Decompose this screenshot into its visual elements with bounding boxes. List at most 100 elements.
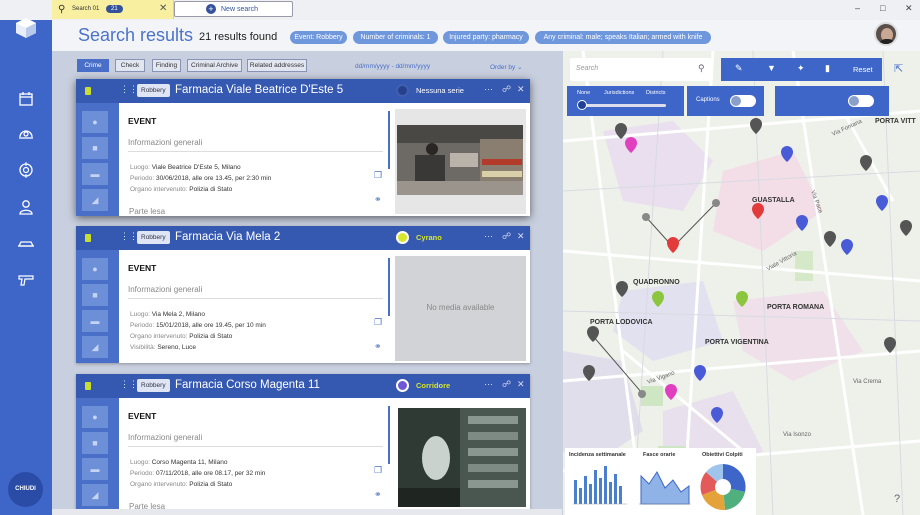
target-icon[interactable] bbox=[17, 161, 35, 179]
close-tab-icon[interactable]: ✕ bbox=[159, 3, 167, 14]
result-card[interactable]: ⋮⋮ Robbery Farmacia Via Mela 2 Cyrano ⋯ … bbox=[76, 226, 530, 363]
weapon-icon[interactable]: ◢ bbox=[82, 336, 108, 358]
card-sidebar: ● ■ ▬ ◢ bbox=[76, 103, 119, 216]
search-tab[interactable]: ⚲ Search 01 21 ✕ bbox=[52, 0, 174, 19]
drag-handle-icon[interactable]: ⋮⋮ bbox=[120, 231, 138, 242]
drag-handle-icon[interactable]: ⋮⋮ bbox=[120, 84, 138, 95]
view-tab-criminal-archive[interactable]: Criminal Archive bbox=[187, 59, 242, 72]
copy-icon[interactable]: ❐ bbox=[374, 465, 384, 477]
help-icon[interactable]: ? bbox=[894, 493, 900, 505]
link-icon[interactable]: ⚭ bbox=[374, 194, 384, 206]
layer-toggle[interactable] bbox=[848, 95, 874, 107]
person-icon[interactable]: ● bbox=[82, 111, 108, 133]
series-label: Nessuna serie bbox=[416, 86, 464, 95]
clothing-icon[interactable]: ■ bbox=[82, 432, 108, 454]
layer-slider-panel: None Jurisdictions Districts bbox=[567, 86, 684, 116]
date-range-filter[interactable]: dd/mm/yyyy - dd/mm/yyyy bbox=[355, 63, 430, 70]
copy-icon[interactable]: ❐ bbox=[374, 170, 384, 182]
vehicle-icon[interactable]: ▬ bbox=[82, 458, 108, 480]
field-visibilita: Visibilità: Sereno, Luce bbox=[130, 344, 197, 351]
card-header: ⋮⋮ Robbery Farmacia Viale Beatrice D'Est… bbox=[76, 79, 530, 103]
view-tab-check[interactable]: Check bbox=[115, 59, 145, 72]
person-icon[interactable] bbox=[17, 198, 35, 216]
view-tab-finding[interactable]: Finding bbox=[152, 59, 181, 72]
marker-icon[interactable]: ▮ bbox=[825, 63, 830, 74]
cctv-photo[interactable] bbox=[395, 109, 526, 214]
series-label: Corridore bbox=[416, 381, 451, 390]
card-title: Farmacia Via Mela 2 bbox=[175, 231, 281, 243]
view-tab-related-addresses[interactable]: Related addresses bbox=[247, 59, 307, 72]
card-scrollbar[interactable] bbox=[388, 406, 390, 464]
captions-label: Captions bbox=[696, 97, 720, 103]
gun-icon[interactable] bbox=[17, 271, 35, 289]
statistics-panel: Incidenza settimanale Fasce orarie Obiet… bbox=[565, 448, 756, 515]
layer-slider-track[interactable] bbox=[582, 104, 666, 107]
close-window-button[interactable]: ✕ bbox=[905, 3, 913, 14]
map-panel[interactable]: PORTA VITT GUASTALLA QUADRONNO PORTA ROM… bbox=[563, 51, 920, 515]
card-title: Farmacia Corso Magenta 11 bbox=[175, 379, 320, 391]
weapon-icon[interactable]: ◢ bbox=[82, 189, 108, 211]
more-icon[interactable]: ⋯ bbox=[484, 231, 493, 242]
calendar-icon[interactable] bbox=[17, 90, 35, 108]
series-icon bbox=[396, 231, 409, 244]
results-count: 21 results found bbox=[199, 31, 278, 43]
cctv-photo[interactable] bbox=[398, 408, 526, 507]
close-card-icon[interactable]: ✕ bbox=[517, 84, 525, 95]
vehicle-icon[interactable]: ▬ bbox=[82, 310, 108, 332]
user-avatar[interactable] bbox=[874, 22, 898, 46]
filter-chip-criminals[interactable]: Number of criminals: 1 bbox=[353, 31, 438, 44]
map-canvas[interactable]: PORTA VITT GUASTALLA QUADRONNO PORTA ROM… bbox=[563, 51, 920, 515]
lock-icon[interactable]: ☍ bbox=[502, 84, 511, 95]
copy-icon[interactable]: ❐ bbox=[374, 317, 384, 329]
filter-icon[interactable]: ▼ bbox=[767, 63, 776, 73]
result-card[interactable]: ⋮⋮ Robbery Farmacia Corso Magenta 11 Cor… bbox=[76, 374, 530, 511]
lock-icon[interactable]: ☍ bbox=[502, 231, 511, 242]
category-badge: Robbery bbox=[137, 231, 170, 244]
surveillance-icon[interactable] bbox=[17, 125, 35, 143]
car-icon[interactable] bbox=[17, 235, 35, 253]
media-placeholder: No media available bbox=[395, 256, 526, 361]
more-icon[interactable]: ⋯ bbox=[484, 84, 493, 95]
close-panel-button[interactable]: CHIUDI bbox=[8, 472, 43, 507]
minimize-button[interactable]: – bbox=[855, 3, 860, 13]
vehicle-icon[interactable]: ▬ bbox=[82, 163, 108, 185]
link-icon[interactable]: ⚭ bbox=[374, 341, 384, 353]
layer-slider-handle[interactable] bbox=[577, 100, 587, 110]
clothing-icon[interactable]: ■ bbox=[82, 284, 108, 306]
category-badge: Robbery bbox=[137, 84, 170, 97]
document-icon bbox=[85, 382, 91, 390]
toggle-panel bbox=[775, 86, 889, 116]
link-icon[interactable]: ⚭ bbox=[374, 489, 384, 501]
event-heading: EVENT bbox=[128, 411, 157, 421]
slider-label-districts: Districts bbox=[646, 90, 666, 96]
draw-icon[interactable]: ✎ bbox=[735, 63, 743, 74]
filter-chip-criminal-traits[interactable]: Any criminal: male; speaks Italian; arme… bbox=[535, 31, 711, 44]
maximize-button[interactable]: □ bbox=[880, 3, 885, 13]
map-search-input[interactable]: Search ⚲ bbox=[570, 58, 713, 81]
filter-chip-event[interactable]: Event: Robbery bbox=[290, 31, 347, 44]
filter-chip-injured-party[interactable]: Injured party: pharmacy bbox=[443, 31, 529, 44]
field-organo: Organo intervenuto: Polizia di Stato bbox=[130, 186, 233, 193]
close-card-icon[interactable]: ✕ bbox=[517, 379, 525, 390]
result-card[interactable]: ⋮⋮ Robbery Farmacia Viale Beatrice D'Est… bbox=[76, 79, 530, 216]
order-by-dropdown[interactable]: Order by ⌄ bbox=[490, 63, 523, 71]
close-card-icon[interactable]: ✕ bbox=[517, 231, 525, 242]
view-tab-crime[interactable]: Crime bbox=[77, 59, 109, 72]
expand-icon[interactable]: ⇱ bbox=[894, 62, 903, 75]
reset-button[interactable]: Reset bbox=[853, 65, 873, 74]
card-title: Farmacia Viale Beatrice D'Este 5 bbox=[175, 84, 344, 96]
person-icon[interactable]: ● bbox=[82, 258, 108, 280]
person-icon[interactable]: ● bbox=[82, 406, 108, 428]
captions-toggle[interactable] bbox=[730, 95, 756, 107]
drag-handle-icon[interactable]: ⋮⋮ bbox=[120, 379, 138, 390]
pin-icon[interactable]: ✦ bbox=[797, 63, 805, 74]
lock-icon[interactable]: ☍ bbox=[502, 379, 511, 390]
new-search-button[interactable]: + New search bbox=[174, 1, 293, 17]
card-scrollbar[interactable] bbox=[388, 258, 390, 316]
weapon-icon[interactable]: ◢ bbox=[82, 484, 108, 506]
search-icon[interactable]: ⚲ bbox=[698, 63, 705, 74]
series-label: Cyrano bbox=[416, 233, 442, 242]
clothing-icon[interactable]: ■ bbox=[82, 137, 108, 159]
more-icon[interactable]: ⋯ bbox=[484, 379, 493, 390]
card-scrollbar[interactable] bbox=[388, 111, 390, 169]
